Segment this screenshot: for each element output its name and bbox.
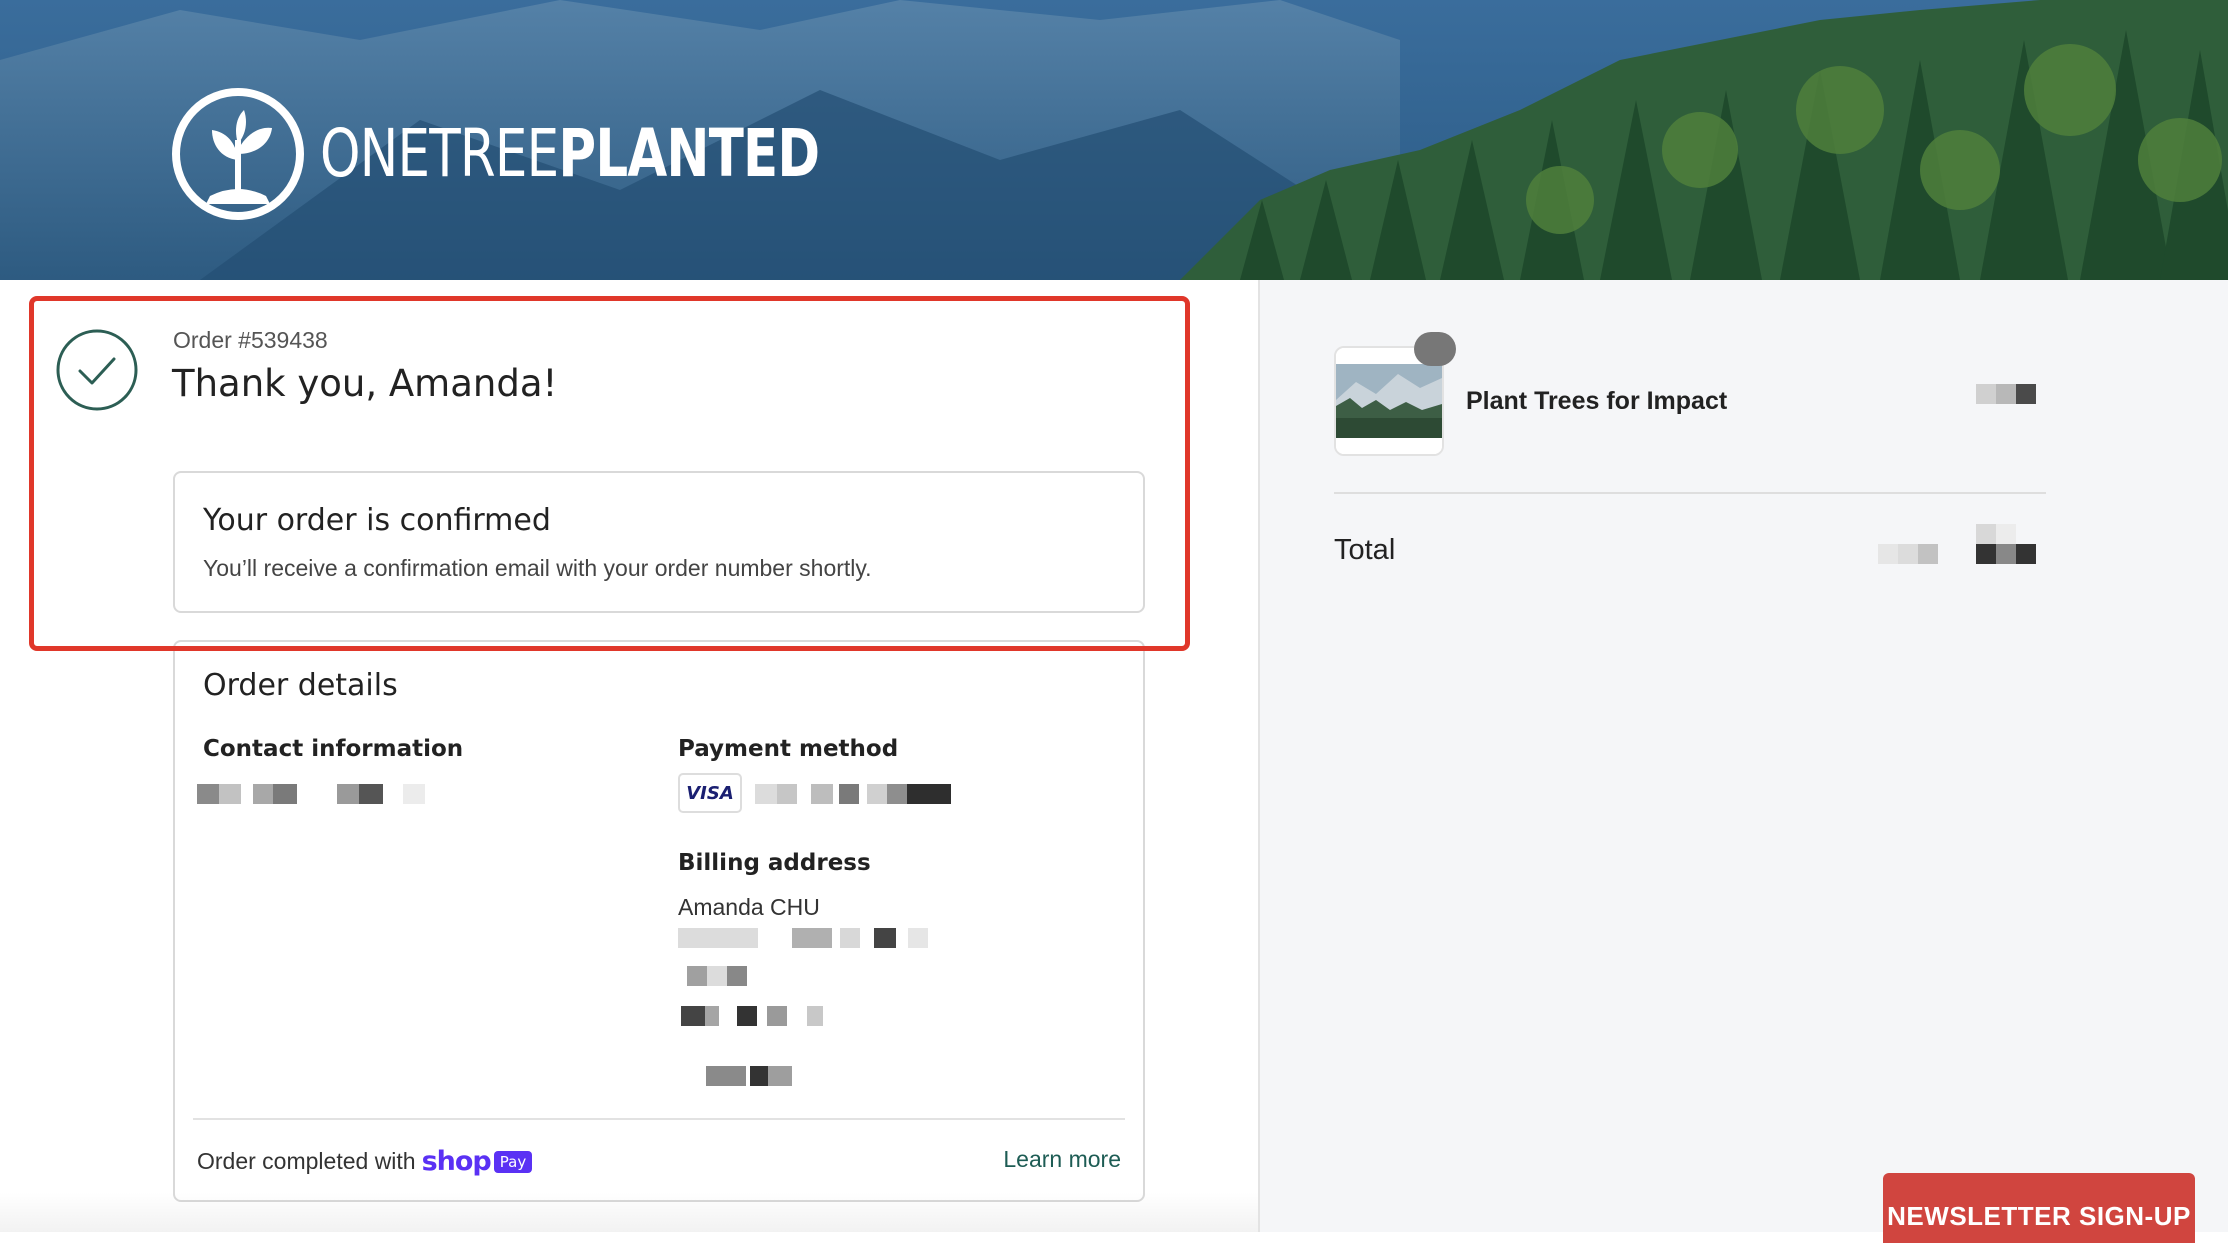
quantity-badge: [1414, 332, 1456, 366]
bottom-shadow: [0, 1192, 1258, 1232]
sapling-logo-icon: [172, 88, 304, 220]
summary-divider: [1334, 492, 2046, 494]
logo-text-part-two: PLANTED: [558, 115, 820, 192]
total-label: Total: [1334, 534, 1396, 566]
order-details-panel: Order details Contact information Paymen…: [173, 640, 1145, 1202]
product-name: Plant Trees for Impact: [1466, 386, 1728, 415]
order-summary-sidebar: Plant Trees for Impact Total: [1258, 280, 2228, 1232]
shop-pay-notice: Order completed with shop Pay: [197, 1146, 533, 1177]
line-item: Plant Trees for Impact: [1334, 346, 1727, 456]
billing-name: Amanda CHU: [678, 894, 820, 920]
header-banner: ONETREEPLANTED: [0, 0, 2228, 280]
visa-card-icon: VISA: [678, 773, 742, 813]
newsletter-signup-button[interactable]: NEWSLETTER SIGN-UP: [1883, 1173, 2195, 1243]
shop-pay-badge: Pay: [493, 1150, 533, 1173]
shop-pay-logo: shop: [421, 1146, 492, 1177]
logo-wordmark: ONETREEPLANTED: [320, 121, 820, 187]
divider: [193, 1118, 1125, 1120]
order-completed-text: Order completed with: [197, 1148, 416, 1174]
order-details-title: Order details: [203, 668, 398, 703]
payment-method-heading: Payment method: [678, 736, 899, 762]
billing-address-heading: Billing address: [678, 850, 871, 876]
logo-text-part-one: ONETREE: [320, 115, 559, 192]
learn-more-link[interactable]: Learn more: [1003, 1146, 1121, 1173]
onetreeplanted-logo[interactable]: ONETREEPLANTED: [172, 88, 960, 220]
contact-information-heading: Contact information: [203, 736, 464, 762]
highlight-box: [29, 296, 1190, 651]
